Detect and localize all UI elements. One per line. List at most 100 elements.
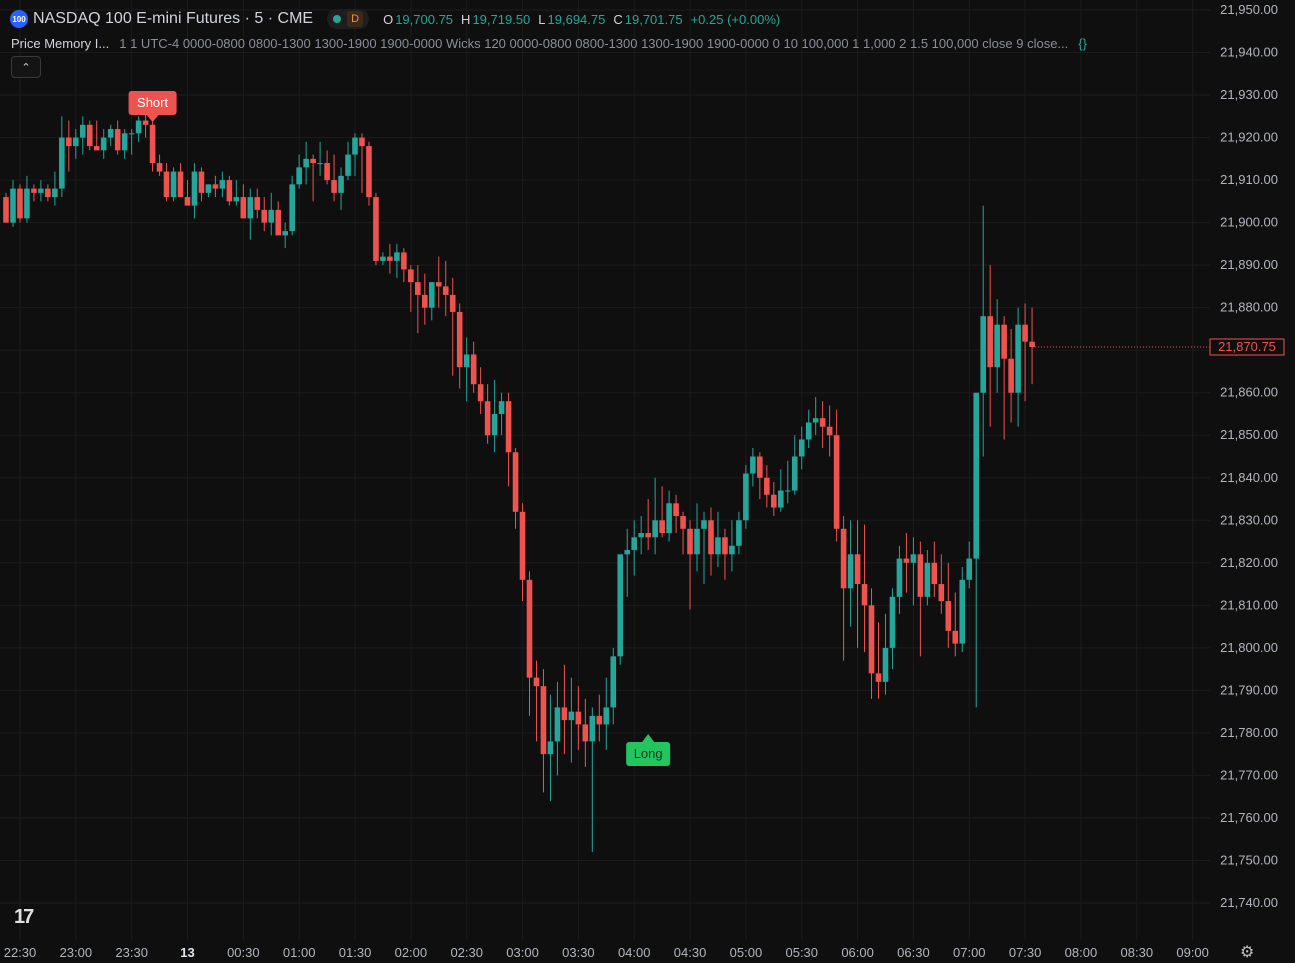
candle-body xyxy=(777,490,784,508)
candle-body xyxy=(310,158,316,164)
time-tick-label: 09:00 xyxy=(1176,945,1209,960)
candle-body xyxy=(491,413,498,436)
candle xyxy=(896,545,903,614)
candle xyxy=(345,141,351,181)
candle-body xyxy=(1001,324,1007,359)
gear-icon[interactable]: ⚙ xyxy=(1240,942,1254,962)
candle-body xyxy=(652,520,658,538)
candle xyxy=(296,154,302,189)
candle xyxy=(93,120,100,151)
candle-body xyxy=(596,715,603,725)
signal-short-label: Short xyxy=(137,95,168,110)
candle xyxy=(812,396,819,436)
candle-body xyxy=(59,137,65,189)
candle-body xyxy=(931,562,938,585)
candle-body xyxy=(86,124,93,147)
candle xyxy=(219,171,226,198)
price-tick-label: 21,860.00 xyxy=(1220,385,1278,400)
candle-body xyxy=(142,120,149,125)
candle-body xyxy=(163,171,170,198)
ohlc-close-label: C xyxy=(613,11,623,27)
signal-short: Short xyxy=(128,91,177,122)
candle xyxy=(177,163,184,198)
candle xyxy=(66,120,72,172)
signal-long-pointer xyxy=(642,734,655,742)
time-tick-label: 22:30 xyxy=(4,945,37,960)
candle xyxy=(1029,307,1035,385)
candle xyxy=(449,277,456,376)
signal-long: Long xyxy=(626,734,671,766)
session-status-pill[interactable]: D xyxy=(327,9,370,29)
candle xyxy=(777,469,784,512)
symbol-logo-icon[interactable]: 100 xyxy=(10,10,28,28)
candle-body xyxy=(771,494,777,508)
candle-body xyxy=(233,197,240,202)
time-tick-label: 01:30 xyxy=(339,945,372,960)
candle-body xyxy=(554,707,561,742)
candle-body xyxy=(945,601,952,631)
candle xyxy=(247,188,254,240)
candle-body xyxy=(100,137,107,151)
candle-body xyxy=(477,384,484,402)
candle-body xyxy=(994,324,1000,368)
time-tick-label: 23:00 xyxy=(60,945,93,960)
candle-body xyxy=(854,554,861,585)
candle-body xyxy=(387,256,393,261)
candle-body xyxy=(114,129,121,151)
candle-body xyxy=(1008,358,1014,393)
candle xyxy=(854,520,861,648)
candle xyxy=(603,677,610,750)
candle xyxy=(380,252,386,266)
candle xyxy=(268,192,275,236)
candle-body xyxy=(938,584,945,602)
candle-body xyxy=(317,163,323,165)
candle xyxy=(512,447,519,529)
candle xyxy=(973,392,980,708)
curly-braces-icon[interactable]: {} xyxy=(1078,36,1087,51)
candle-body xyxy=(275,209,282,236)
candle-body xyxy=(156,163,163,172)
time-tick-label: 05:00 xyxy=(730,945,763,960)
candle xyxy=(198,167,205,202)
candle xyxy=(422,273,428,325)
ohlc-low-value: 19,694.75 xyxy=(547,11,606,27)
candle xyxy=(107,124,114,147)
candle-body xyxy=(840,528,847,589)
symbol-title[interactable]: NASDAQ 100 E-mini Futures · 5 · CME xyxy=(33,10,313,28)
candle xyxy=(680,511,686,555)
candle-body xyxy=(296,167,302,185)
price-tick-label: 21,840.00 xyxy=(1220,470,1278,485)
candle-body xyxy=(449,294,456,312)
tradingview-logo[interactable]: 17 xyxy=(14,906,34,929)
candle-body xyxy=(610,656,617,708)
candlestick-chart[interactable]: ShortLong 21,950.0021,940.0021,930.0021,… xyxy=(0,0,1295,963)
collapse-legend-button[interactable]: ⌃ xyxy=(11,56,41,78)
time-tick-label: 07:00 xyxy=(953,945,986,960)
indicator-legend[interactable]: Price Memory I... 1 1 UTC-4 0000-0800 08… xyxy=(11,36,1087,51)
candle xyxy=(959,567,966,653)
candle-body xyxy=(247,197,254,219)
candle-body xyxy=(282,231,288,236)
candle-body xyxy=(268,209,275,223)
candle xyxy=(729,520,735,572)
candle-body xyxy=(1022,324,1028,342)
candle-body xyxy=(170,171,177,198)
candle xyxy=(1022,303,1028,402)
time-axis: 22:30 23:00 23:30 13 00:30 01:00 01:30 02:00 02:… xyxy=(4,945,1209,960)
candle-body xyxy=(373,197,379,261)
candle-body xyxy=(338,175,344,193)
indicator-name[interactable]: Price Memory I... xyxy=(11,36,109,51)
last-price-label: 21,870.75 xyxy=(1218,339,1276,354)
candle xyxy=(561,664,568,755)
candle xyxy=(903,533,910,593)
candle-body xyxy=(3,197,9,223)
candle-body xyxy=(882,647,889,682)
candle-body xyxy=(198,171,205,193)
candle-body xyxy=(1015,324,1021,393)
candle-body xyxy=(736,520,742,546)
candle-body xyxy=(729,545,735,555)
candle xyxy=(73,129,79,159)
candle xyxy=(589,707,596,852)
price-tick-label: 21,940.00 xyxy=(1220,45,1278,60)
candle xyxy=(645,499,651,551)
